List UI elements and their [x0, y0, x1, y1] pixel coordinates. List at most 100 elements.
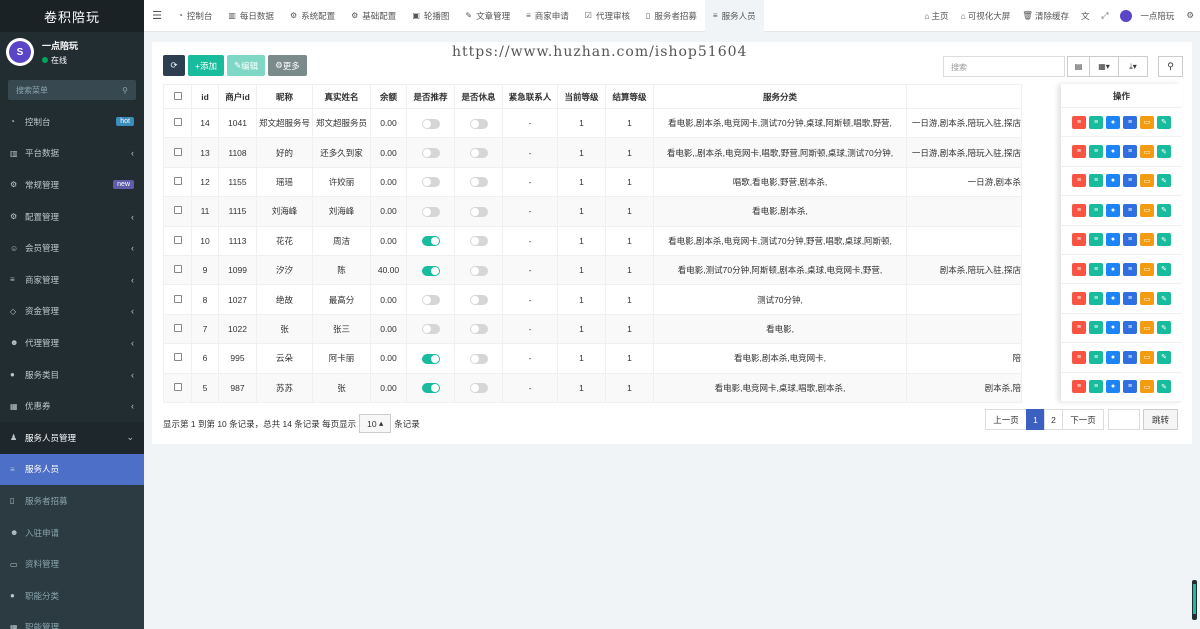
more-button[interactable]: ⚙ 更多: [268, 55, 307, 76]
page-1-button[interactable]: 1: [1026, 409, 1045, 430]
rest-toggle[interactable]: [469, 324, 488, 335]
next-page-button[interactable]: 下一页: [1062, 409, 1104, 430]
sidebar-item-4[interactable]: ☺ 会员管理 ‹: [0, 232, 144, 264]
log-button[interactable]: ≡: [1123, 233, 1137, 247]
scrollbar[interactable]: [1192, 580, 1197, 620]
table-row[interactable]: 6 995 云朵 阿卡丽 0.00-1 1 看电影,剧本杀,电竞网卡, 陪: [163, 343, 1022, 374]
toggle-view-button[interactable]: ▤: [1067, 56, 1090, 77]
home-link[interactable]: ⌂ 主页: [918, 10, 954, 22]
rest-toggle[interactable]: [469, 147, 488, 158]
table-row[interactable]: 10 1113 花花 周洁 0.00-1 1 看电影,剧本杀,电竞网卡,测试70分钟,野营,…: [163, 225, 1022, 256]
list-button[interactable]: ≡: [1089, 292, 1103, 306]
sidebar-item-2[interactable]: ⚙ 常规管理 new: [0, 169, 144, 201]
refresh-button[interactable]: ⟳: [163, 55, 185, 76]
rest-toggle[interactable]: [469, 294, 488, 305]
prev-page-button[interactable]: 上一页: [985, 409, 1027, 430]
user-menu[interactable]: 一点陪玩: [1114, 9, 1180, 22]
list-button[interactable]: ≡: [1089, 262, 1103, 276]
edit-row-button[interactable]: ✎: [1157, 233, 1171, 247]
detail-button[interactable]: ≡: [1072, 203, 1086, 217]
rest-toggle[interactable]: [469, 353, 488, 364]
rest-toggle[interactable]: [469, 206, 488, 217]
sidebar-item-11[interactable]: ≡ 服务人员: [0, 453, 144, 486]
log-button[interactable]: ≡: [1123, 380, 1137, 394]
sidebar-item-1[interactable]: ▥ 平台数据 ‹: [0, 138, 144, 170]
row-checkbox[interactable]: [173, 147, 182, 156]
log-button[interactable]: ≡: [1123, 115, 1137, 129]
edit-row-button[interactable]: ✎: [1157, 145, 1171, 159]
detail-button[interactable]: ≡: [1072, 262, 1086, 276]
edit-row-button[interactable]: ✎: [1157, 350, 1171, 364]
list-button[interactable]: ≡: [1089, 321, 1103, 335]
table-row[interactable]: 14 1041 郑文超服务号 郑文超服务员 0.00-1 1 看电影,剧本杀,电竞网卡,测试…: [163, 107, 1022, 139]
sidebar-item-9[interactable]: ▦ 优惠券 ‹: [0, 390, 144, 422]
log-button[interactable]: ≡: [1123, 292, 1137, 306]
table-row[interactable]: 11 1115 刘海峰 刘海峰 0.00-1 1 看电影,剧本杀,: [163, 196, 1022, 227]
list-button[interactable]: ≡: [1089, 350, 1103, 364]
sidebar-item-8[interactable]: ● 服务类目 ‹: [0, 359, 144, 391]
recommend-toggle[interactable]: [421, 206, 440, 217]
tab-1[interactable]: ▥ 每日数据: [220, 0, 282, 32]
tab-6[interactable]: ≡ 商家申请: [518, 0, 577, 32]
list-button[interactable]: ≡: [1089, 115, 1103, 129]
log-button[interactable]: ≡: [1123, 174, 1137, 188]
page-2-button[interactable]: 2: [1044, 409, 1063, 430]
detail-button[interactable]: ≡: [1072, 321, 1086, 335]
message-button[interactable]: ●: [1106, 380, 1120, 394]
jump-button[interactable]: 跳转: [1143, 409, 1179, 430]
table-row[interactable]: 5 987 苏苏张 0.00-1 1 看电影,电竞网卡,桌球,唱歌,剧本杀, 剧本杀,陪: [163, 372, 1022, 403]
edit-row-button[interactable]: ✎: [1157, 321, 1171, 335]
rest-toggle[interactable]: [469, 118, 488, 129]
tab-8[interactable]: ▯ 服务者招募: [638, 0, 705, 32]
message-button[interactable]: ●: [1106, 262, 1120, 276]
edit-row-button[interactable]: ✎: [1157, 380, 1171, 394]
card-button[interactable]: ▭: [1140, 292, 1154, 306]
list-button[interactable]: ≡: [1089, 380, 1103, 394]
edit-row-button[interactable]: ✎: [1157, 203, 1171, 217]
tab-4[interactable]: ▣ 轮播图: [404, 0, 457, 32]
detail-button[interactable]: ≡: [1072, 145, 1086, 159]
message-button[interactable]: ●: [1106, 145, 1120, 159]
rest-toggle[interactable]: [469, 236, 488, 247]
app-logo[interactable]: 卷积陪玩: [0, 0, 144, 32]
row-checkbox[interactable]: [173, 353, 182, 362]
column-header[interactable]: 是否休息: [454, 84, 503, 109]
card-button[interactable]: ▭: [1140, 174, 1154, 188]
log-button[interactable]: ≡: [1123, 262, 1137, 276]
card-button[interactable]: ▭: [1140, 145, 1154, 159]
card-button[interactable]: ▭: [1140, 233, 1154, 247]
card-button[interactable]: ▭: [1140, 350, 1154, 364]
recommend-toggle[interactable]: [421, 118, 440, 129]
detail-button[interactable]: ≡: [1072, 233, 1086, 247]
column-header[interactable]: 是否推荐: [406, 84, 455, 109]
settings-icon[interactable]: ⚙: [1180, 10, 1200, 21]
column-header[interactable]: id: [191, 84, 219, 109]
table-search-input[interactable]: 搜索: [943, 56, 1065, 77]
recommend-toggle[interactable]: [421, 236, 440, 247]
screen-link[interactable]: ⌂ 可视化大屏: [955, 10, 1017, 22]
column-header[interactable]: 当前等级: [557, 84, 606, 109]
sidebar-item-16[interactable]: ▦ 职能管理: [0, 611, 144, 629]
recommend-toggle[interactable]: [421, 147, 440, 158]
message-button[interactable]: ●: [1106, 292, 1120, 306]
edit-row-button[interactable]: ✎: [1157, 292, 1171, 306]
list-button[interactable]: ≡: [1089, 145, 1103, 159]
table-row[interactable]: 13 1108 好的 还多久到家 0.00-1 1 看电影,,剧本杀,电竞网卡,唱歌,野营,…: [163, 137, 1022, 168]
recommend-toggle[interactable]: [421, 324, 440, 335]
row-checkbox[interactable]: [173, 323, 182, 332]
columns-button[interactable]: ▦▾: [1089, 56, 1119, 77]
sidebar-item-15[interactable]: ● 职能分类: [0, 579, 144, 612]
log-button[interactable]: ≡: [1123, 145, 1137, 159]
detail-button[interactable]: ≡: [1072, 380, 1086, 394]
export-button[interactable]: ⤓▾: [1118, 56, 1148, 77]
recommend-toggle[interactable]: [421, 294, 440, 305]
edit-row-button[interactable]: ✎: [1157, 115, 1171, 129]
table-row[interactable]: 12 1155 瑶瑶 许姣丽 0.00-1 1 唱歌,看电影,野营,剧本杀, 一日游,剧本杀: [163, 166, 1022, 198]
sidebar-item-10[interactable]: ♟ 服务人员管理 ⌄: [0, 421, 144, 454]
recommend-toggle[interactable]: [421, 383, 440, 394]
card-button[interactable]: ▭: [1140, 203, 1154, 217]
sidebar-item-7[interactable]: ☻ 代理管理 ‹: [0, 327, 144, 359]
rest-toggle[interactable]: [469, 383, 488, 394]
message-button[interactable]: ●: [1106, 321, 1120, 335]
recommend-toggle[interactable]: [421, 177, 440, 188]
